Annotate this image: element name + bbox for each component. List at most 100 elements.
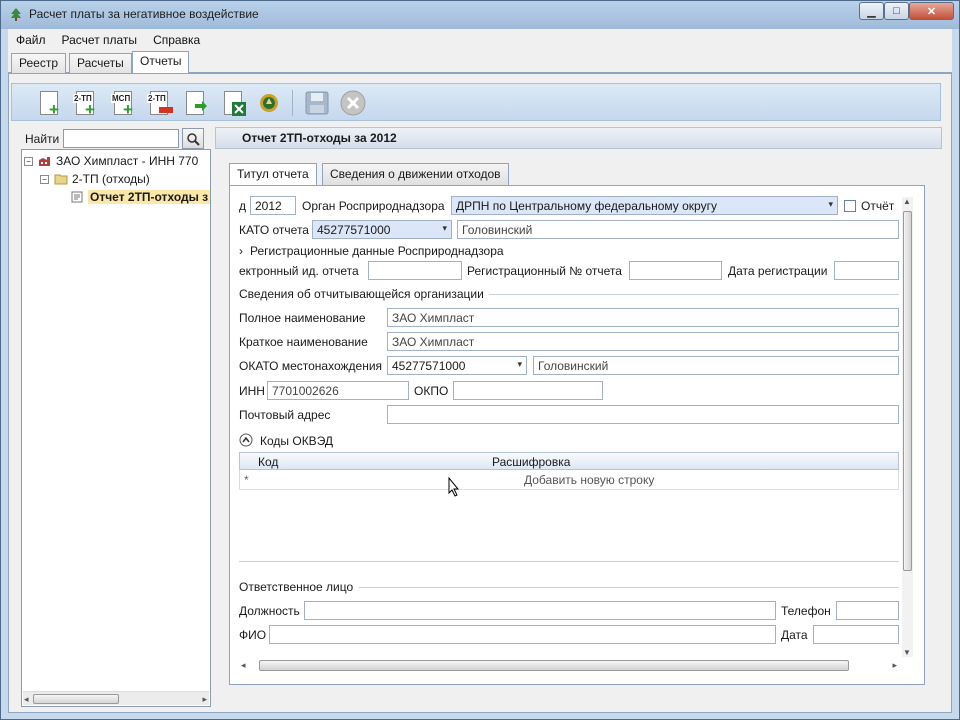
form-vscroll-thumb[interactable] bbox=[903, 211, 912, 571]
folder-icon bbox=[54, 174, 68, 185]
new-msp-button[interactable]: МСП + bbox=[108, 88, 136, 118]
phone-field[interactable] bbox=[836, 601, 899, 620]
electronic-id-field[interactable] bbox=[368, 261, 462, 280]
collapse-icon[interactable]: − bbox=[24, 156, 33, 166]
tab-waste-movement[interactable]: Сведения о движении отходов bbox=[322, 163, 509, 185]
postal-label: Почтовый адрес bbox=[239, 408, 331, 422]
reg-date-field[interactable] bbox=[834, 261, 899, 280]
collapse-icon[interactable]: − bbox=[40, 174, 49, 184]
hscroll-left-icon[interactable]: ◂ bbox=[241, 660, 246, 671]
window-title: Расчет платы за негативное воздействие bbox=[29, 7, 259, 21]
inn-field[interactable]: 7701002626 bbox=[267, 381, 409, 400]
position-field[interactable] bbox=[304, 601, 776, 620]
position-label: Должность bbox=[239, 604, 300, 618]
fio-label: ФИО bbox=[239, 628, 267, 642]
year-field[interactable]: 2012 bbox=[250, 196, 296, 215]
org-section-title: Сведения об отчитывающейся организации bbox=[239, 287, 484, 301]
okved-grid-body bbox=[239, 490, 899, 562]
grid-col-decode[interactable]: Расшифровка bbox=[492, 455, 570, 469]
menu-help[interactable]: Справка bbox=[145, 33, 208, 47]
export-button[interactable] bbox=[180, 88, 208, 118]
cancel-button[interactable] bbox=[338, 88, 366, 118]
date-label: Дата bbox=[781, 628, 808, 642]
scroll-right-icon[interactable]: ▸ bbox=[202, 694, 207, 705]
short-name-field[interactable]: ЗАО Химпласт bbox=[387, 332, 899, 351]
tab-title-page[interactable]: Титул отчета bbox=[229, 163, 317, 185]
emblem-icon bbox=[260, 94, 278, 112]
date-field[interactable] bbox=[813, 625, 899, 644]
new-2tp-button[interactable]: 2-ТП + bbox=[70, 88, 98, 118]
save-icon bbox=[305, 91, 329, 115]
emblem-button[interactable] bbox=[254, 88, 282, 118]
okpo-field[interactable] bbox=[453, 381, 603, 400]
reg-section-title: Регистрационные данные Росприроднадзора bbox=[250, 244, 504, 258]
tab-reports[interactable]: Отчеты bbox=[132, 51, 190, 74]
organ-select[interactable]: ДРПН по Центральному федеральному округу bbox=[451, 196, 838, 215]
okato-loc-name-field[interactable]: Головинский bbox=[533, 356, 899, 375]
excel-export-button[interactable] bbox=[218, 88, 246, 118]
scroll-left-icon[interactable]: ◂ bbox=[24, 694, 29, 705]
okato-select[interactable]: 45277571000 bbox=[312, 220, 452, 239]
fio-field[interactable] bbox=[269, 625, 776, 644]
tree-horizontal-scrollbar[interactable]: ◂ ▸ bbox=[23, 691, 209, 705]
tab-calculations[interactable]: Расчеты bbox=[69, 53, 132, 73]
minimize-button[interactable]: ▁ bbox=[859, 2, 884, 20]
hscroll-right-icon[interactable]: ▸ bbox=[892, 660, 897, 671]
form-vertical-scrollbar[interactable]: ▲ ▼ bbox=[902, 197, 913, 657]
report-title: Отчет 2ТП-отходы за 2012 bbox=[242, 131, 397, 145]
scroll-down-icon[interactable]: ▼ bbox=[903, 648, 911, 657]
tree-label-report: Отчет 2ТП-отходы з bbox=[88, 190, 211, 204]
menu-file[interactable]: Файл bbox=[8, 33, 54, 47]
title-bar: Расчет платы за негативное воздействие ▁… bbox=[1, 1, 959, 29]
search-icon bbox=[187, 132, 200, 146]
tree-label-company: ЗАО Химпласт - ИНН 770 bbox=[56, 154, 199, 168]
reg-no-field[interactable] bbox=[629, 261, 722, 280]
form-horizontal-scrollbar[interactable]: ◂ ▸ bbox=[239, 659, 899, 673]
grid-col-code[interactable]: Код bbox=[258, 455, 278, 469]
new-document-button[interactable]: + bbox=[34, 88, 62, 118]
report-checkbox-label: Отчёт bbox=[861, 199, 895, 213]
app-tree-icon bbox=[11, 8, 21, 21]
tree-node-company[interactable]: − ЗАО Химпласт - ИНН 770 bbox=[24, 152, 198, 170]
report-doc-icon bbox=[71, 191, 83, 203]
new-document-icon: + bbox=[49, 100, 59, 119]
export-icon bbox=[195, 101, 207, 111]
resp-section-title: Ответственное лицо bbox=[239, 580, 354, 594]
tree-label-2tp: 2-ТП (отходы) bbox=[72, 172, 150, 186]
reg-expand-icon[interactable]: › bbox=[239, 244, 243, 258]
okato-name-field[interactable]: Головинский bbox=[457, 220, 899, 239]
report-checkbox[interactable] bbox=[844, 200, 856, 212]
electronic-id-label: ектронный ид. отчета bbox=[239, 264, 359, 278]
okato-label: КАТО отчета bbox=[239, 223, 309, 237]
save-button[interactable] bbox=[302, 88, 330, 118]
menu-calculation[interactable]: Расчет платы bbox=[54, 33, 146, 47]
tab-registry[interactable]: Реестр bbox=[11, 53, 66, 73]
report-header: Отчет 2ТП-отходы за 2012 bbox=[215, 127, 942, 149]
maximize-button[interactable]: □ bbox=[884, 2, 909, 20]
full-name-label: Полное наименование bbox=[239, 311, 366, 325]
grid-new-row[interactable]: * Добавить новую строку bbox=[239, 470, 899, 490]
reg-no-label: Регистрационный № отчета bbox=[467, 264, 622, 278]
scroll-up-icon[interactable]: ▲ bbox=[903, 197, 911, 206]
collapse-okved-icon[interactable] bbox=[239, 433, 253, 447]
okved-section-title: Коды ОКВЭД bbox=[260, 434, 334, 448]
excel-export-icon bbox=[232, 102, 246, 116]
form-hscroll-thumb[interactable] bbox=[259, 660, 849, 671]
full-name-field[interactable]: ЗАО Химпласт bbox=[387, 308, 899, 327]
tree-scroll-thumb[interactable] bbox=[33, 694, 119, 704]
delete-2tp-button[interactable]: 2-ТП bbox=[144, 88, 173, 118]
report-tree: − ЗАО Химпласт - ИНН 770 − 2-ТП (отходы)… bbox=[21, 149, 211, 707]
organ-label: Орган Росприроднадзора bbox=[302, 199, 445, 213]
factory-icon bbox=[39, 157, 50, 166]
close-button[interactable]: ✕ bbox=[909, 2, 954, 20]
find-button[interactable] bbox=[182, 128, 204, 149]
toolbar: + 2-ТП + МСП + 2-ТП bbox=[11, 83, 941, 121]
tree-node-2tp[interactable]: − 2-ТП (отходы) bbox=[40, 170, 150, 188]
find-input[interactable] bbox=[63, 129, 179, 148]
close-icon: ✕ bbox=[926, 5, 937, 18]
navigation-panel: Найти − ЗАО Химпласт - ИНН 770 − 2-ТП (о… bbox=[21, 127, 211, 707]
postal-field[interactable] bbox=[387, 405, 899, 424]
tree-node-report[interactable]: Отчет 2ТП-отходы з bbox=[70, 188, 211, 206]
okato-loc-select[interactable]: 45277571000 bbox=[387, 356, 527, 375]
new-row-marker: * bbox=[244, 473, 249, 487]
